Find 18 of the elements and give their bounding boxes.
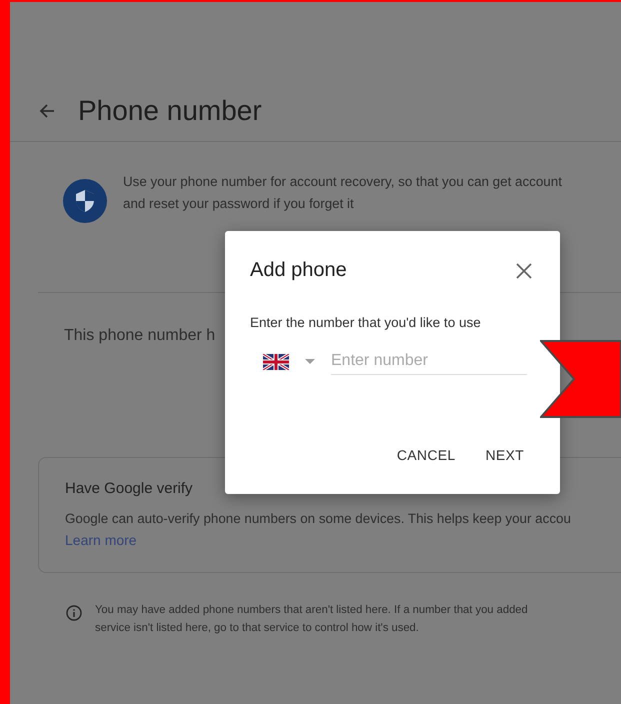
dialog-button[interactable]: CANCEL <box>388 441 464 469</box>
dialog-button[interactable]: NEXT <box>477 441 532 469</box>
card-title: Have Google verify <box>65 480 194 497</box>
page-title: Phone number <box>78 95 262 127</box>
note-text: You may have added phone numbers that aren't listed here. If a number that you added <box>95 603 528 618</box>
intro-text: Use your phone number for account recovery, so that you can get account <box>123 173 562 191</box>
shield-icon <box>63 179 107 223</box>
status-text: This phone number h <box>64 327 216 345</box>
close-icon[interactable] <box>516 262 532 278</box>
note-text: service isn't listed here, go to that service to control how it's used. <box>95 621 420 636</box>
dialog-title: Add phone <box>250 259 347 282</box>
back-arrow-icon[interactable] <box>38 102 56 120</box>
intro-text: and reset your password if you forget it <box>123 195 355 213</box>
dropdown-caret-icon <box>305 359 315 364</box>
info-icon <box>66 605 82 621</box>
card-text: Google can auto-verify phone numbers on some devices. This helps keep your accou <box>65 511 572 526</box>
flag-icon <box>263 354 289 370</box>
dialog-prompt: Enter the number that you'd like to use <box>250 315 482 330</box>
